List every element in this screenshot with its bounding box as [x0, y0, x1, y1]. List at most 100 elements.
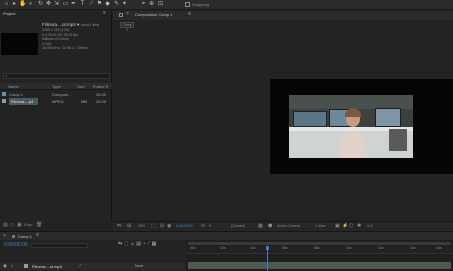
composition-footer-bar: ⇆ ⊞ 25% ⬚ ⊟ ◉ 0;00;00;00 ⊙ ◐ (Quarter) ▦… [113, 221, 453, 231]
comp-flow-icon[interactable]: ⇆ [118, 241, 122, 247]
close-icon[interactable]: × [3, 234, 6, 239]
fit-icon[interactable]: ⬚ [151, 224, 156, 229]
timeline-search-input[interactable] [30, 243, 88, 248]
visibility-icon[interactable]: ◉ [3, 263, 7, 269]
pan-icon[interactable]: ✥ [45, 1, 52, 8]
timeline-switch-icons: ⇆ ⬚ ☺ ▤ ◔ ⟋ ▦ [118, 242, 156, 247]
composition-menu-icon[interactable]: ≡ [188, 12, 191, 17]
tick: 16s [436, 246, 442, 250]
pixel-aspect-icon[interactable]: ▣ [335, 224, 340, 229]
motion-blur-icon[interactable]: ◔ [142, 241, 145, 247]
new-folder-icon[interactable]: ▭ [10, 223, 15, 228]
stamp-icon[interactable]: ⚑ [96, 1, 103, 8]
frame-blend-icon[interactable]: ▤ [136, 241, 141, 247]
timeline-timecode[interactable]: 0;00;00;00 [4, 243, 28, 248]
meta-audio: 48.000 kHz / 32 bit U / Stereo [42, 46, 88, 50]
graph-icon[interactable]: ▦ [152, 241, 157, 247]
col-size[interactable]: Size [77, 84, 85, 89]
layer-label-swatch[interactable] [24, 264, 28, 268]
puppet-icon[interactable]: ✦ [121, 1, 128, 8]
current-time[interactable]: 0;00;00;00 [176, 224, 193, 229]
project-search-input[interactable]: ⌕ [3, 73, 110, 79]
camera-icon[interactable]: ◉ [167, 224, 171, 229]
region-icon[interactable]: ⊟ [160, 224, 164, 229]
interpret-footage-icon[interactable]: ▤ [3, 223, 8, 228]
tick: 14s [410, 246, 416, 250]
comp-color-swatch [12, 235, 15, 238]
project-row-footage[interactable]: Filmora....p4 MPEG MB 25.00 [0, 98, 112, 105]
shy-icon[interactable]: ☺ [130, 241, 135, 247]
time-ruler[interactable]: 00s 02s 04s 06s 08s 10s 12s 14s 16s [186, 246, 453, 254]
parent-dropdown[interactable]: None [135, 264, 143, 269]
timeline-track-area[interactable]: 00s 02s 04s 06s 08s 10s 12s 14s 16s [186, 240, 453, 271]
tab-composition[interactable]: Composition Comp 1 [135, 13, 172, 17]
tick: 12s [378, 246, 384, 250]
project-tab[interactable]: Project [3, 12, 15, 16]
hand-icon[interactable]: ✋ [19, 1, 26, 8]
timeline-layer-panel: 0;00;00;00 ⇆ ⬚ ☺ ▤ ◔ ⟋ ▦ ◉ ♪ Filmora....… [0, 240, 185, 271]
row-name: Comp 1 [9, 91, 24, 97]
axis-world-icon[interactable]: ⊕ [148, 1, 155, 8]
layer-row[interactable]: ◉ ♪ Filmora....ot.mp4 ⁄ None [0, 263, 185, 270]
col-type[interactable]: Type [52, 84, 61, 89]
layer-name[interactable]: Filmora....ot.mp4 [32, 264, 62, 269]
draft-3d-icon[interactable]: ⬚ [124, 241, 129, 247]
project-row-comp[interactable]: Comp 1 Composi... 25.00 [0, 91, 112, 98]
meta-dimensions: 1280 x 720 (1.00) [42, 28, 70, 32]
bpc-button[interactable]: 8 bpc [24, 223, 33, 228]
delete-icon[interactable]: 🗑 [36, 223, 42, 228]
roto-icon[interactable]: ✎ [113, 1, 120, 8]
row-type: Composi... [52, 91, 72, 97]
lock-icon[interactable] [119, 13, 123, 17]
resolution-dropdown[interactable]: (Quarter) [231, 224, 245, 229]
zoom-dropdown[interactable]: 25% [138, 224, 145, 229]
show-snapshot-icon[interactable]: ◐ [209, 224, 212, 229]
tick: 10s [346, 246, 352, 250]
rect-icon[interactable]: ▭ [62, 1, 69, 8]
close-icon[interactable]: × [126, 12, 129, 17]
layer-duration-bar[interactable] [188, 262, 451, 269]
footage-title[interactable]: Filmora....ot.mp4 ▾, used 1 time [42, 22, 99, 28]
audio-icon[interactable]: ♪ [11, 263, 13, 269]
video-content [289, 95, 413, 158]
snapshot-icon[interactable]: ⊙ [201, 224, 205, 229]
exposure-value[interactable]: +0.0 [366, 224, 373, 229]
col-name[interactable]: Name [8, 84, 19, 89]
col-frame-rate[interactable]: Frame R [93, 84, 109, 89]
zoom-icon[interactable]: ⌕ [27, 1, 34, 8]
3d-renderer-icon[interactable]: ⬢ [268, 224, 272, 229]
selection-icon[interactable]: ▸ [11, 1, 18, 8]
flowchart-icon[interactable]: ⬡ [349, 224, 353, 229]
snapping-checkbox[interactable] [185, 2, 190, 7]
playhead-line [267, 250, 268, 271]
new-comp-icon[interactable]: ▣ [17, 223, 22, 228]
comp-subtab[interactable]: Comp 1 [120, 22, 134, 32]
timeline-menu-icon[interactable]: ≡ [36, 233, 39, 238]
row-rate: 25.00 [96, 91, 107, 97]
graph-editor-icon[interactable]: ⟋ [147, 241, 151, 247]
pen-icon[interactable]: ✒ [70, 1, 77, 8]
transparency-icon[interactable]: ▦ [258, 224, 263, 229]
brush-icon[interactable]: ⁄ [88, 1, 95, 8]
eraser-icon[interactable]: ◆ [104, 1, 111, 8]
search-icon: ⌕ [5, 73, 8, 78]
fast-preview-icon[interactable]: ⚡ [342, 224, 348, 229]
exposure-icon[interactable]: ✱ [357, 224, 361, 229]
type-icon[interactable]: T [79, 1, 86, 8]
axis-local-icon[interactable]: ⌖ [140, 1, 147, 8]
home-icon[interactable]: ⌂ [3, 1, 10, 8]
preview-icon[interactable]: ⇆ [117, 224, 121, 229]
grid-icon[interactable]: ⊞ [127, 224, 131, 229]
switches-icon[interactable]: ⁄ [80, 263, 81, 269]
panel-menu-icon[interactable]: ≡ [103, 11, 106, 16]
camera-dropdown[interactable]: Active Camera [277, 224, 300, 229]
axis-view-icon[interactable]: ⊡ [157, 1, 164, 8]
work-area-bar[interactable] [188, 242, 451, 245]
footage-icon [2, 99, 6, 103]
views-dropdown[interactable]: 1 View [315, 224, 325, 229]
dolly-icon[interactable]: ⇲ [53, 1, 60, 8]
composition-icon [2, 92, 6, 96]
tick: 08s [314, 246, 320, 250]
tab-comp[interactable]: Comp 1 [18, 234, 32, 239]
orbit-icon[interactable]: ↻ [37, 1, 44, 8]
